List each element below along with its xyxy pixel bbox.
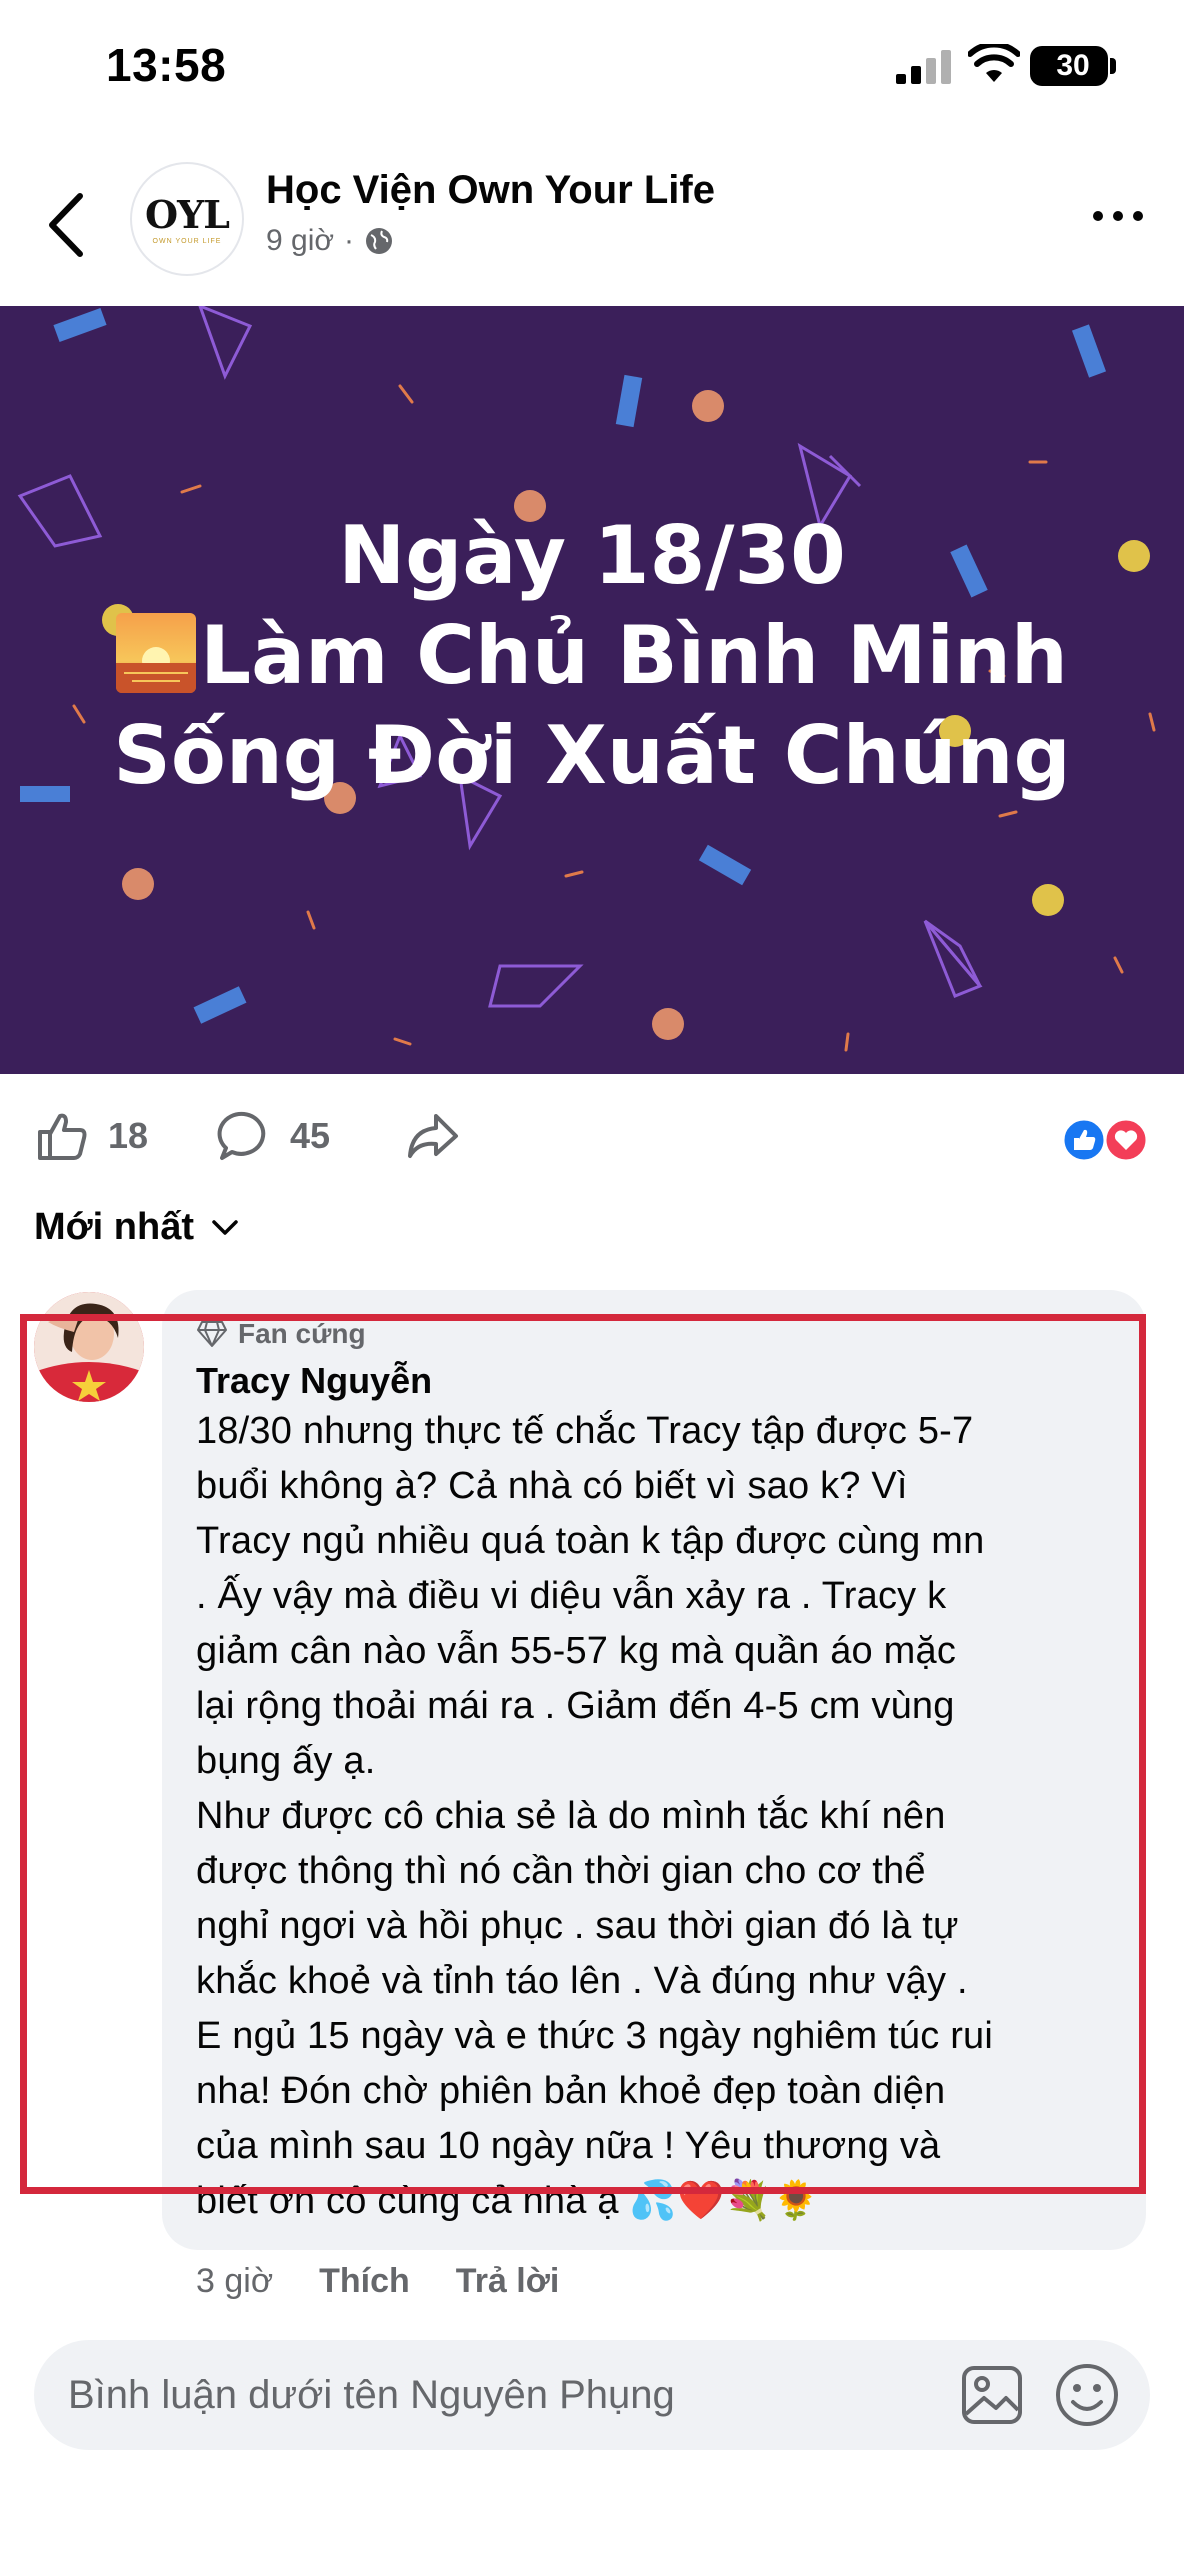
post-meta: 9 giờ · xyxy=(266,224,394,258)
comment-sort-dropdown[interactable]: Mới nhất xyxy=(34,1206,240,1249)
battery-level: 30 xyxy=(1056,49,1090,82)
post-banner-image[interactable]: Ngày 18/30 Làm Chủ Bình Minh Sống Đời Xu… xyxy=(0,306,1184,1074)
comment-count: 45 xyxy=(290,1115,331,1156)
globe-icon xyxy=(366,228,393,254)
battery-tip xyxy=(1110,58,1116,74)
back-arrow-icon[interactable] xyxy=(44,190,88,260)
comment-button[interactable]: 45 xyxy=(216,1108,330,1164)
comment-meta: 3 giờ Thích Trả lời xyxy=(196,2262,559,2301)
page-name[interactable]: Học Viện Own Your Life xyxy=(266,168,715,213)
meta-separator: · xyxy=(344,224,355,257)
banner-line-2: Làm Chủ Bình Minh xyxy=(0,606,1184,706)
love-icon xyxy=(1103,1117,1149,1163)
reaction-summary[interactable] xyxy=(1062,1116,1152,1164)
emoji-icon[interactable] xyxy=(1054,2362,1120,2428)
status-time: 13:58 xyxy=(106,39,227,91)
thumbs-up-icon xyxy=(38,1113,87,1160)
comment-bubble-icon xyxy=(217,1111,266,1160)
comment-time: 3 giờ xyxy=(196,2262,274,2300)
page-avatar[interactable]: OYL OWN YOUR LIFE xyxy=(130,162,244,276)
comment-reply-button[interactable]: Trả lời xyxy=(456,2262,560,2301)
post-header: OYL OWN YOUR LIFE Học Viện Own Your Life… xyxy=(0,150,1184,300)
sort-label: Mới nhất xyxy=(34,1206,194,1248)
post-actions: 18 45 xyxy=(0,1090,1184,1180)
page-logo-text: OYL xyxy=(145,192,230,237)
status-bar: 13:58 30 xyxy=(0,0,1184,140)
like-count: 18 xyxy=(108,1115,149,1156)
highlight-box xyxy=(20,1314,1146,2194)
comment-composer xyxy=(34,2340,1150,2450)
banner-line-2-text: Làm Chủ Bình Minh xyxy=(200,609,1068,702)
share-button[interactable] xyxy=(404,1108,460,1164)
page-logo-subtitle: OWN YOUR LIFE xyxy=(152,238,222,245)
battery-icon: 30 xyxy=(1030,46,1108,86)
banner-line-1: Ngày 18/30 xyxy=(338,509,846,602)
like-icon xyxy=(1062,1117,1107,1163)
comment-like-button[interactable]: Thích xyxy=(319,2262,410,2301)
post-time: 9 giờ xyxy=(266,224,335,257)
chevron-down-icon xyxy=(212,1219,238,1235)
comment-input[interactable] xyxy=(68,2340,948,2450)
banner-title: Ngày 18/30 Làm Chủ Bình Minh Sống Đời Xu… xyxy=(0,506,1184,806)
sunrise-icon xyxy=(116,613,197,693)
like-button[interactable]: 18 xyxy=(34,1108,148,1164)
cellular-signal-icon xyxy=(896,50,951,84)
wifi-icon xyxy=(968,44,1020,82)
photo-icon[interactable] xyxy=(960,2364,1024,2426)
more-options-icon[interactable] xyxy=(1088,206,1148,226)
banner-line-3: Sống Đời Xuất Chúng xyxy=(113,709,1071,802)
share-arrow-icon xyxy=(408,1114,458,1158)
